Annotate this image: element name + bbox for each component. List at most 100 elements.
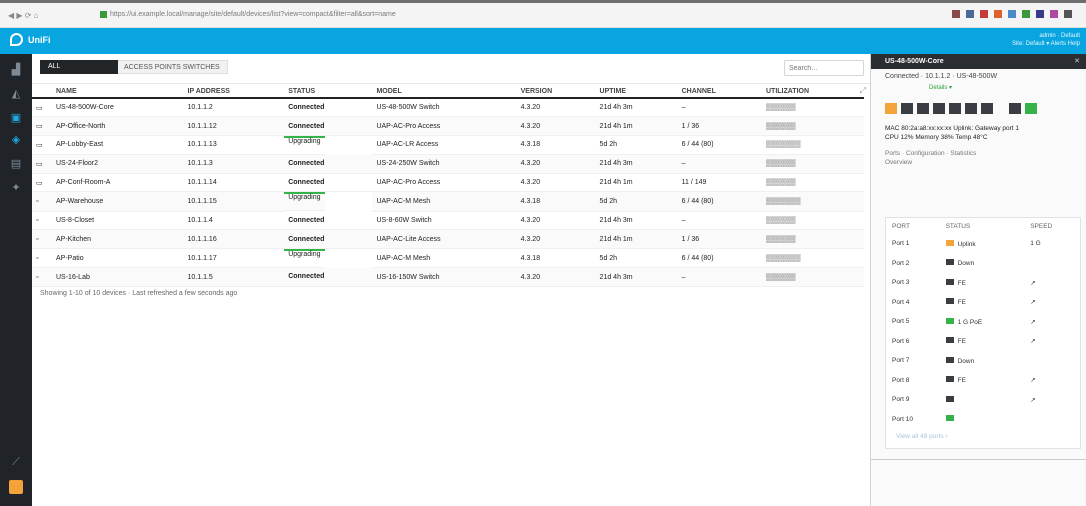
extension-icon[interactable]: [966, 10, 974, 18]
cell-sel[interactable]: ▭: [32, 135, 52, 156]
panel-section-tabs[interactable]: Ports · Configuration · Statistics: [871, 142, 1086, 157]
extension-icon[interactable]: [1050, 10, 1058, 18]
cell-name[interactable]: AP-Office-North: [52, 116, 184, 136]
cell-name[interactable]: AP-Patio: [52, 248, 184, 269]
logo-icon[interactable]: [10, 33, 23, 46]
table-row[interactable]: ▭ US-24-Floor2 10.1.1.3 Connected US-24-250W…: [32, 154, 864, 174]
cell-version: 4.3.18: [516, 135, 596, 156]
table-row[interactable]: ▫ US-16-Lab 10.1.1.5 Connected US-16-150W Sw…: [32, 267, 864, 287]
cell-version: 4.3.20: [516, 116, 596, 136]
column-header[interactable]: MODEL: [372, 86, 517, 99]
column-header[interactable]: UTILIZATION: [761, 86, 864, 99]
cell-name[interactable]: US-8-Closet: [52, 211, 184, 231]
extension-icon[interactable]: [994, 10, 1002, 18]
cell-sel[interactable]: ▫: [32, 191, 52, 212]
cell-sel[interactable]: ▭: [32, 154, 52, 174]
port-speed[interactable]: 1 G: [1024, 234, 1080, 254]
column-header[interactable]: NAME: [52, 86, 184, 99]
cell-name[interactable]: AP-Kitchen: [52, 229, 184, 249]
extension-icon[interactable]: [980, 10, 988, 18]
port-speed[interactable]: ↗: [1024, 312, 1080, 332]
table-row[interactable]: ▫ AP-Patio 10.1.1.17 Upgrading UAP-AC-M Mesh…: [32, 248, 864, 269]
port-speed[interactable]: ↗: [1024, 390, 1080, 410]
column-header[interactable]: IP ADDRESS: [183, 86, 285, 99]
column-header[interactable]: STATUS: [284, 86, 373, 99]
cell-sel[interactable]: ▭: [32, 173, 52, 193]
extension-icon[interactable]: [1036, 10, 1044, 18]
port-row[interactable]: Port 2 Down: [886, 254, 1080, 274]
port-block-icon[interactable]: [981, 103, 993, 114]
port-block-icon[interactable]: [885, 103, 897, 114]
port-row[interactable]: Port 6 FE ↗: [886, 332, 1080, 352]
cell-name[interactable]: AP-Conf-Room-A: [52, 173, 184, 193]
devices-icon[interactable]: ▣: [10, 112, 22, 124]
port-block-icon[interactable]: [965, 103, 977, 114]
table-row[interactable]: ▫ AP-Warehouse 10.1.1.15 Upgrading UAP-AC-M …: [32, 191, 864, 212]
column-settings-icon[interactable]: ⤢: [860, 86, 866, 96]
extension-icon[interactable]: [1008, 10, 1016, 18]
tab-all[interactable]: ALL: [40, 60, 118, 74]
extension-icon[interactable]: [952, 10, 960, 18]
table-row[interactable]: ▭ US-48-500W-Core 10.1.1.2 Connected US-48-5…: [32, 98, 864, 118]
cell-sel[interactable]: ▫: [32, 211, 52, 231]
port-speed[interactable]: [1024, 351, 1080, 371]
port-speed[interactable]: [1024, 410, 1080, 430]
details-link[interactable]: Details ▾: [871, 80, 1086, 91]
address-bar[interactable]: https://ui.example.local/manage/site/def…: [100, 8, 820, 22]
insights-icon[interactable]: ✦: [10, 182, 22, 194]
close-icon[interactable]: ✕: [1074, 54, 1080, 69]
cell-name[interactable]: US-16-Lab: [52, 267, 184, 287]
port-speed[interactable]: [1024, 254, 1080, 274]
cell-sel[interactable]: ▭: [32, 98, 52, 118]
extension-icons: [952, 10, 1072, 18]
settings-icon[interactable]: ⟋: [10, 456, 22, 468]
port-row[interactable]: Port 1 Uplink 1 G: [886, 234, 1080, 254]
port-row[interactable]: Port 4 FE ↗: [886, 293, 1080, 313]
port-block-icon[interactable]: [917, 103, 929, 114]
port-row[interactable]: Port 10: [886, 410, 1080, 430]
cell-sel[interactable]: ▫: [32, 229, 52, 249]
view-all-ports-link[interactable]: View all 48 ports ›: [896, 433, 948, 440]
port-row[interactable]: Port 5 1 G PoE ↗: [886, 312, 1080, 332]
cell-name[interactable]: AP-Lobby-East: [52, 135, 184, 156]
port-row[interactable]: Port 8 FE ↗: [886, 371, 1080, 391]
extension-icon[interactable]: [1064, 10, 1072, 18]
table-row[interactable]: ▭ AP-Lobby-East 10.1.1.13 Upgrading UAP-AC-L…: [32, 135, 864, 156]
port-speed[interactable]: ↗: [1024, 371, 1080, 391]
port-row[interactable]: Port 7 Down: [886, 351, 1080, 371]
column-header[interactable]: VERSION: [516, 86, 596, 99]
port-block-icon[interactable]: [933, 103, 945, 114]
table-row[interactable]: ▫ AP-Kitchen 10.1.1.16 Connected UAP-AC-Lite…: [32, 229, 864, 249]
column-header[interactable]: [32, 86, 52, 99]
port-block-icon[interactable]: [1025, 103, 1037, 114]
cell-name[interactable]: AP-Warehouse: [52, 191, 184, 212]
column-header[interactable]: CHANNEL: [677, 86, 762, 99]
port-speed[interactable]: ↗: [1024, 293, 1080, 313]
cell-name[interactable]: US-24-Floor2: [52, 154, 184, 174]
extension-icon[interactable]: [1022, 10, 1030, 18]
port-row[interactable]: Port 3 FE ↗: [886, 273, 1080, 293]
port-row[interactable]: Port 9 ↗: [886, 390, 1080, 410]
dashboard-icon[interactable]: ▟: [10, 64, 22, 76]
port-block-icon[interactable]: [949, 103, 961, 114]
table-row[interactable]: ▭ AP-Office-North 10.1.1.12 Connected UAP-AC…: [32, 116, 864, 136]
port-speed[interactable]: ↗: [1024, 273, 1080, 293]
user-info[interactable]: admin · Default Site: Default ▾ Alerts H…: [1012, 32, 1080, 48]
port-block-icon[interactable]: [1009, 103, 1021, 114]
map-icon[interactable]: ◭: [10, 88, 22, 100]
port-block-icon[interactable]: [901, 103, 913, 114]
tab-filters[interactable]: ACCESS POINTS SWITCHES: [118, 60, 228, 74]
tools-icon[interactable]: [9, 480, 23, 494]
cell-sel[interactable]: ▫: [32, 267, 52, 287]
port-speed[interactable]: ↗: [1024, 332, 1080, 352]
cell-sel[interactable]: ▭: [32, 116, 52, 136]
stats-icon[interactable]: ▤: [10, 158, 22, 170]
clients-icon[interactable]: ◈: [10, 134, 22, 146]
cell-sel[interactable]: ▫: [32, 248, 52, 269]
cell-name[interactable]: US-48-500W-Core: [52, 98, 184, 118]
search-input[interactable]: [784, 60, 864, 76]
browser-nav-buttons[interactable]: ◀ ▶ ⟳ ⌂: [8, 11, 39, 20]
column-header[interactable]: UPTIME: [595, 86, 678, 99]
table-row[interactable]: ▭ AP-Conf-Room-A 10.1.1.14 Connected UAP-AC-…: [32, 173, 864, 193]
table-row[interactable]: ▫ US-8-Closet 10.1.1.4 Connected US-8-60W Sw…: [32, 211, 864, 231]
